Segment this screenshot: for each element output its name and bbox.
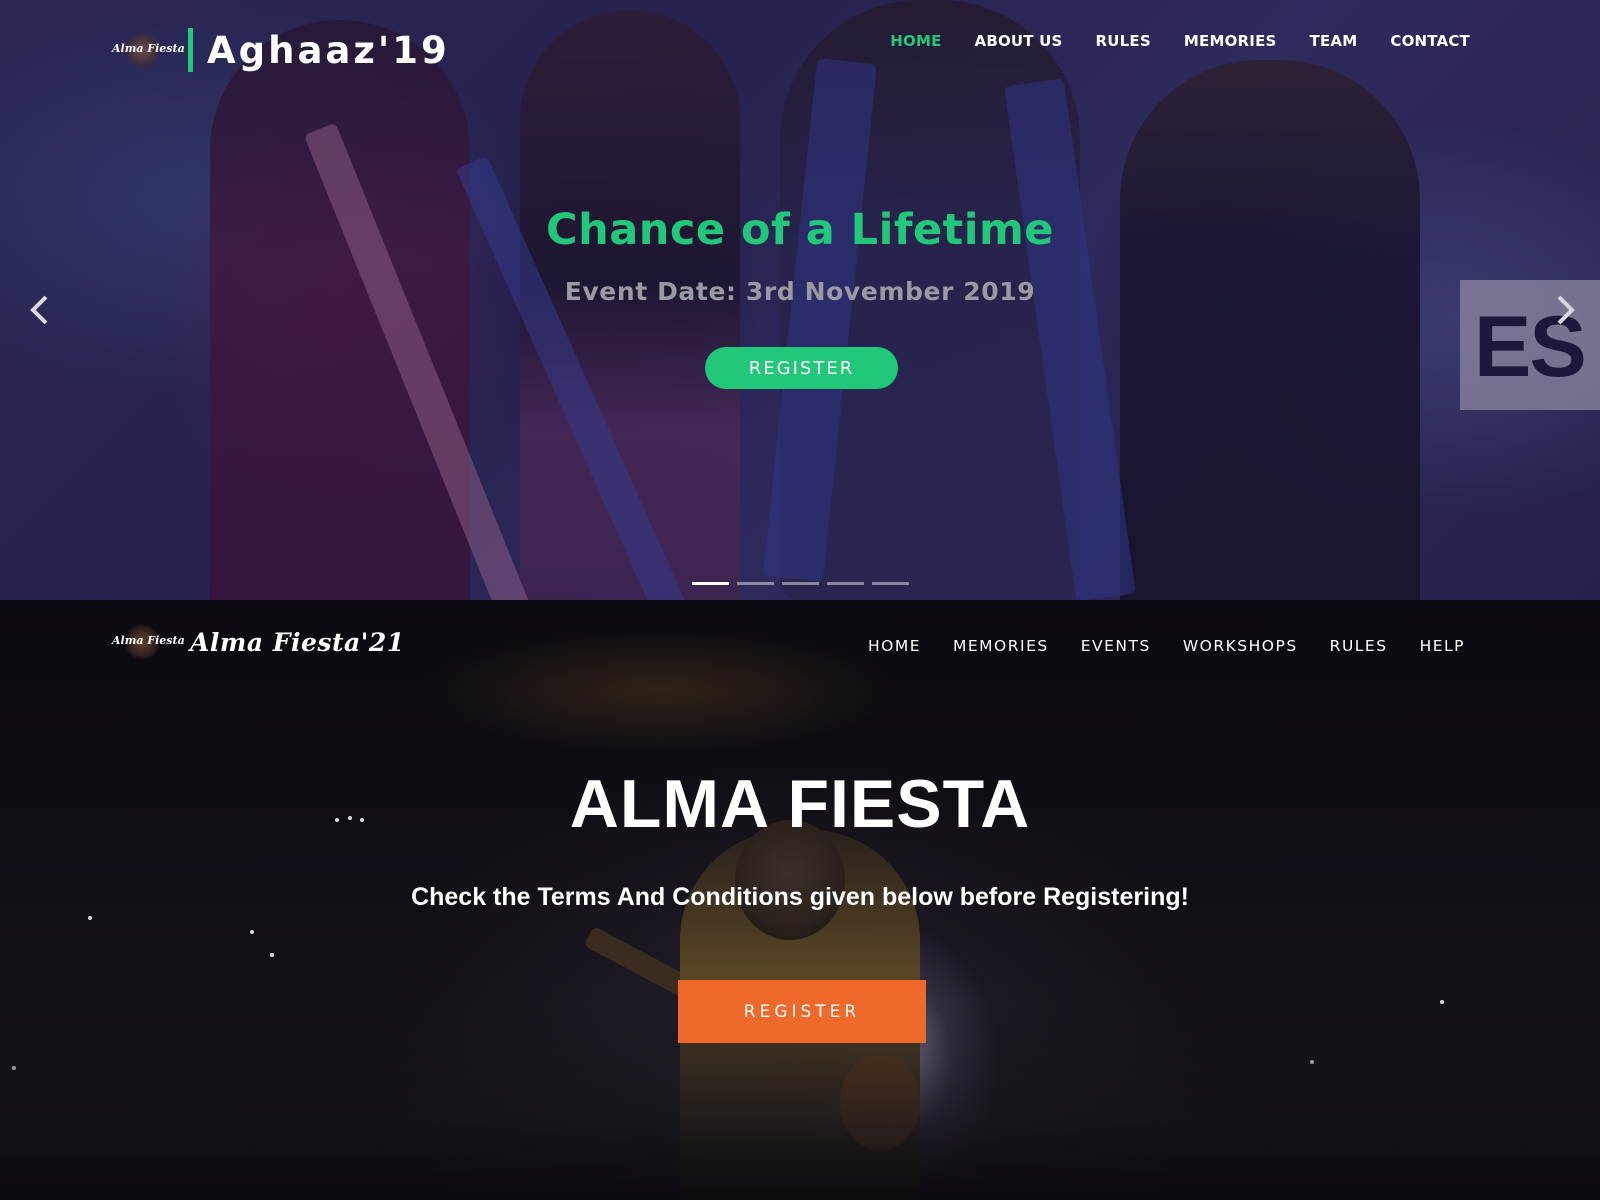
carousel-next-button[interactable]: [1545, 290, 1585, 330]
light-dot: [88, 916, 92, 920]
chevron-right-icon: [1557, 295, 1575, 325]
brand-divider: [188, 28, 193, 72]
hero-caption: ALMA FIESTA: [0, 765, 1600, 843]
chevron-left-icon: [30, 295, 48, 325]
main-menu: HOME MEMORIES EVENTS WORKSHOPS RULES HEL…: [868, 637, 1465, 655]
logo-text: Alma Fiesta: [112, 634, 185, 647]
light-dot: [250, 930, 254, 934]
register-button[interactable]: REGISTER: [678, 980, 926, 1043]
nav-team[interactable]: TEAM: [1310, 32, 1358, 50]
hero-title: ALMA FIESTA: [569, 766, 1031, 842]
carousel-prev-button[interactable]: [20, 290, 60, 330]
carousel-indicator[interactable]: [737, 582, 774, 585]
carousel-indicators: [692, 582, 909, 585]
nav-about-us[interactable]: ABOUT US: [975, 32, 1063, 50]
carousel-indicator[interactable]: [872, 582, 909, 585]
brand-title: Alma Fiesta'21: [190, 627, 405, 657]
nav-memories[interactable]: MEMORIES: [953, 637, 1049, 655]
carousel-indicator[interactable]: [782, 582, 819, 585]
nav-home[interactable]: HOME: [868, 637, 921, 655]
event-date: Event Date: 3rd November 2019: [564, 277, 1036, 306]
aghaaz-navbar: Alma Fiesta Aghaaz'19 HOME ABOUT US RULE…: [0, 0, 1600, 90]
light-dot: [270, 953, 274, 957]
nav-workshops[interactable]: WORKSHOPS: [1183, 637, 1298, 655]
nav-home[interactable]: HOME: [890, 32, 941, 50]
nav-rules[interactable]: RULES: [1096, 32, 1151, 50]
alma-fiesta-navbar: Alma Fiesta Alma Fiesta'21 HOME MEMORIES…: [0, 600, 1600, 690]
slide-caption: Chance of a Lifetime Event Date: 3rd Nov…: [0, 205, 1600, 306]
alma-fiesta-logo: Alma Fiesta: [112, 624, 185, 660]
register-button[interactable]: REGISTER: [705, 347, 898, 389]
slide-title: Chance of a Lifetime: [546, 205, 1054, 255]
nav-events[interactable]: EVENTS: [1081, 637, 1151, 655]
aghaaz-hero-carousel: ES Chance of a Lifetime Event Date: 3rd …: [0, 0, 1600, 600]
main-menu: HOME ABOUT US RULES MEMORIES TEAM CONTAC…: [890, 32, 1470, 50]
nav-help[interactable]: HELP: [1420, 637, 1465, 655]
brand[interactable]: Alma Fiesta Alma Fiesta'21: [112, 624, 405, 660]
nav-rules[interactable]: RULES: [1330, 637, 1388, 655]
brand-title: Aghaaz'19: [207, 28, 450, 72]
logo-text: Alma Fiesta: [112, 42, 185, 55]
nav-memories[interactable]: MEMORIES: [1184, 32, 1277, 50]
carousel-indicator[interactable]: [827, 582, 864, 585]
nav-contact[interactable]: CONTACT: [1390, 32, 1470, 50]
brand[interactable]: Alma Fiesta Aghaaz'19: [112, 28, 450, 72]
carousel-indicator[interactable]: [692, 582, 729, 585]
hero-subtitle: Check the Terms And Conditions given bel…: [411, 883, 1189, 911]
alma-fiesta-logo: Alma Fiesta: [112, 32, 185, 68]
